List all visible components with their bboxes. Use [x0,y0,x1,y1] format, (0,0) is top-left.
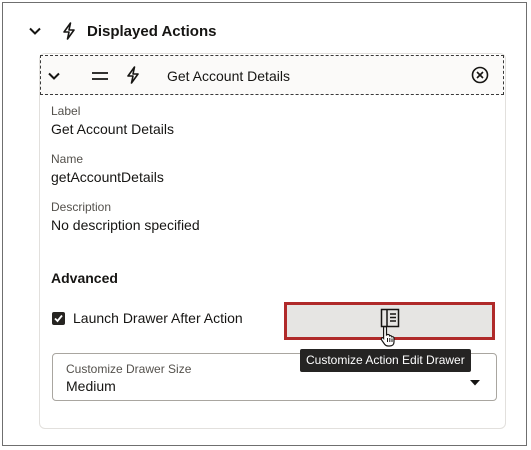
advanced-heading: Advanced [51,270,118,286]
select-label: Customize Drawer Size [66,362,192,376]
lightning-bolt-icon [61,22,77,40]
field-label: Label [51,104,81,118]
tooltip: Customize Action Edit Drawer [300,349,471,372]
action-title: Get Account Details [167,68,290,84]
launch-drawer-label: Launch Drawer After Action [73,310,243,326]
chevron-down-icon[interactable] [46,68,62,89]
chevron-down-icon[interactable] [27,23,43,39]
field-value: Get Account Details [51,121,174,137]
field-label: Description [51,200,112,214]
action-card: Get Account Details Label Get Account De… [39,53,506,429]
launch-drawer-checkbox[interactable] [52,311,65,325]
field-value: getAccountDetails [51,169,164,185]
field-label: Name [51,152,84,166]
description-field: Description No description specified [51,200,200,234]
drag-handle-icon[interactable] [91,69,109,88]
remove-circle-icon[interactable] [471,66,489,89]
panel-frame: Displayed Actions Get Account Details La… [2,2,527,446]
label-field: Label Get Account Details [51,104,174,138]
section-title: Displayed Actions [87,22,217,40]
action-row[interactable]: Get Account Details [40,55,504,95]
hand-cursor-icon [380,325,398,352]
name-field: Name getAccountDetails [51,152,164,186]
caret-down-icon[interactable] [469,374,481,392]
launch-drawer-checkbox-row[interactable]: Launch Drawer After Action [52,310,243,326]
field-value: No description specified [51,217,200,233]
displayed-actions-header[interactable]: Displayed Actions [27,20,216,42]
lightning-bolt-icon [125,66,141,89]
select-value: Medium [66,378,116,394]
